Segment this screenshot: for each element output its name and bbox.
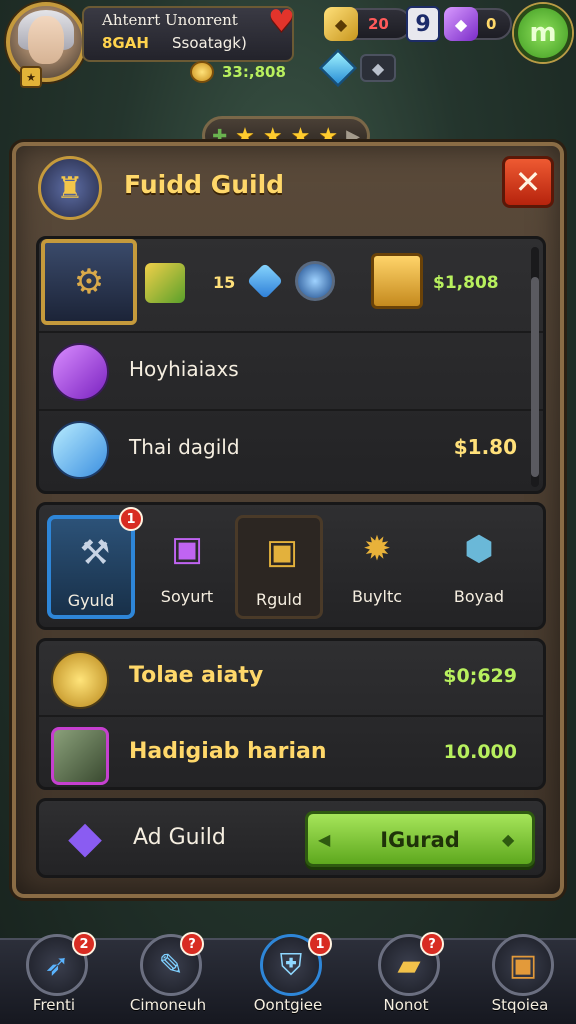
category-gyuld[interactable]: ⚒ Gyuld 1 bbox=[47, 507, 143, 619]
gift-box-icon[interactable] bbox=[371, 253, 423, 309]
close-button[interactable]: ✕ bbox=[502, 156, 554, 208]
potion-icon: ⬢ bbox=[464, 529, 494, 569]
offer-value: 10.000 bbox=[443, 741, 517, 763]
gold-bar-icon: ◆ bbox=[324, 7, 358, 41]
purple-resource-value: 0 bbox=[486, 15, 497, 33]
reward-price: $1,808 bbox=[433, 273, 499, 293]
ad-guild-section: ◆ Ad Guild ◀ IGurad ◆ bbox=[36, 798, 546, 878]
gold-counter: 33:,808 bbox=[190, 58, 310, 86]
nav-label: Cimoneuh bbox=[129, 996, 207, 1014]
category-buyltc[interactable]: ✹ Buyltc bbox=[333, 515, 421, 619]
purple-chest-icon: ▣ bbox=[170, 529, 204, 569]
list-item-value: $1.80 bbox=[453, 435, 517, 459]
offer-label: Tolae aiaty bbox=[129, 663, 264, 688]
bottom-navbar: ➶ 2 Frenti ✎ ? Cimoneuh ⛨ 1 Oontgiee ▰ ?… bbox=[0, 932, 576, 1024]
avatar-face bbox=[28, 16, 64, 64]
category-rguld[interactable]: ▣ Rguld bbox=[235, 515, 323, 619]
notification-badge: 2 bbox=[72, 932, 96, 956]
blue-star-icon bbox=[246, 262, 284, 300]
add-icon[interactable]: ◆ bbox=[360, 54, 396, 82]
player-name-plate[interactable]: Ahtenrt Unonrent 8GAH Ssoatagk) bbox=[82, 6, 294, 62]
nav-oontgiee[interactable]: ⛨ 1 Oontgiee bbox=[238, 932, 338, 1024]
nav-label: Stqoiea bbox=[491, 996, 549, 1014]
guild-panel: ♜ Fuidd Guild ✕ ⚙ 15 $1,808 Hoyhiaiaxs T… bbox=[12, 142, 564, 898]
button-arrow-right-icon: ◆ bbox=[502, 830, 515, 849]
category-label: Boyad bbox=[453, 587, 505, 606]
notification-badge: 1 bbox=[308, 932, 332, 956]
reward-count: 15 bbox=[213, 273, 236, 292]
notification-badge: ? bbox=[420, 932, 444, 956]
purple-gem-icon: ◆ bbox=[444, 7, 478, 41]
scrollbar[interactable] bbox=[531, 247, 539, 487]
level-badge-icon: ★ bbox=[20, 66, 42, 88]
scroll-item-icon bbox=[51, 727, 109, 785]
offer-row[interactable]: Tolae aiaty $0;629 bbox=[39, 641, 543, 719]
category-label: Buyltc bbox=[351, 587, 403, 606]
notification-badge: ? bbox=[180, 932, 204, 956]
gem-count-box[interactable]: 9 bbox=[406, 6, 440, 42]
menu-button[interactable]: m bbox=[514, 4, 572, 62]
upgrade-button-label: IGurad bbox=[380, 828, 460, 852]
notification-badge: 1 bbox=[119, 507, 143, 531]
nav-label: Oontgiee bbox=[253, 996, 323, 1014]
ice-crystal-icon bbox=[51, 421, 109, 479]
offer-row[interactable]: Hadigiab harian 10.000 bbox=[39, 715, 543, 793]
list-item[interactable]: Thai dagild $1.80 bbox=[39, 409, 543, 487]
nav-nonot[interactable]: ▰ ? Nonot bbox=[356, 932, 456, 1024]
panel-title: Fuidd Guild bbox=[124, 170, 285, 199]
nav-stqoiea[interactable]: ▣ Stqoiea bbox=[470, 934, 570, 1024]
guild-emblem-icon: ♜ bbox=[38, 156, 102, 220]
amethyst-icon: ◆ bbox=[68, 811, 102, 863]
gear-gem-icon: ✹ bbox=[362, 529, 392, 569]
top-hud: ★ Ahtenrt Unonrent 8GAH Ssoatagk) ♥ 33:,… bbox=[0, 0, 576, 100]
gold-value: 33:,808 bbox=[222, 63, 286, 81]
gold-coin-icon bbox=[190, 61, 214, 83]
blue-gem-icon bbox=[318, 48, 358, 88]
category-label: Rguld bbox=[255, 590, 302, 609]
player-avatar[interactable]: ★ bbox=[6, 2, 86, 88]
category-label: Soyurt bbox=[160, 587, 214, 606]
heart-icon[interactable]: ♥ bbox=[268, 4, 295, 39]
gold-medal-icon bbox=[51, 651, 109, 709]
upgrade-button[interactable]: ◀ IGurad ◆ bbox=[305, 811, 535, 867]
category-label: Gyuld bbox=[67, 591, 115, 610]
nav-label: Frenti bbox=[32, 996, 76, 1014]
player-power: 8GAH bbox=[102, 34, 149, 52]
list-item-label: Thai dagild bbox=[129, 435, 240, 459]
red-resource-pill[interactable]: ◆ 20 bbox=[324, 7, 412, 41]
ad-guild-label: Ad Guild bbox=[133, 825, 226, 850]
reward-section: ⚙ 15 $1,808 Hoyhiaiaxs Thai dagild $1.80 bbox=[36, 236, 546, 494]
panel-header: ♜ Fuidd Guild ✕ bbox=[16, 146, 560, 226]
purple-chest-icon bbox=[51, 343, 109, 401]
offers-section: Tolae aiaty $0;629 Hadigiab harian 10.00… bbox=[36, 638, 546, 790]
gold-ticket-icon bbox=[145, 263, 185, 303]
player-name: Ahtenrt Unonrent bbox=[102, 11, 238, 29]
gem-count: 9 bbox=[415, 11, 431, 37]
offer-label: Hadigiab harian bbox=[129, 739, 327, 764]
category-soyurt[interactable]: ▣ Soyurt bbox=[143, 515, 231, 619]
category-boyad[interactable]: ⬢ Boyad bbox=[435, 515, 523, 619]
gold-chest-icon: ▣ bbox=[265, 532, 299, 572]
scrollbar-thumb[interactable] bbox=[531, 277, 539, 477]
purple-resource-pill[interactable]: ◆ 0 bbox=[444, 7, 512, 41]
offer-value: $0;629 bbox=[443, 665, 517, 687]
list-item-label: Hoyhiaiaxs bbox=[129, 357, 239, 381]
nav-cimoneuh[interactable]: ✎ ? Cimoneuh bbox=[118, 932, 218, 1024]
player-guild-tag: Ssoatagk) bbox=[172, 34, 247, 52]
list-item[interactable]: Hoyhiaiaxs bbox=[39, 331, 543, 409]
category-bar: ⚒ Gyuld 1 ▣ Soyurt ▣ Rguld ✹ Buyltc ⬢ Bo… bbox=[36, 502, 546, 630]
treasure-chest-icon: ▣ bbox=[492, 934, 554, 996]
reward-summary: 15 $1,808 bbox=[145, 253, 535, 313]
nav-frenti[interactable]: ➶ 2 Frenti bbox=[4, 932, 104, 1024]
blue-gem-resource[interactable]: ◆ bbox=[318, 48, 396, 88]
blue-orb-icon bbox=[295, 261, 335, 301]
cannon-reward-icon[interactable]: ⚙ bbox=[41, 239, 137, 325]
cannon-icon: ⚒ bbox=[79, 533, 111, 573]
red-resource-value: 20 bbox=[368, 15, 389, 33]
nav-label: Nonot bbox=[383, 996, 429, 1014]
